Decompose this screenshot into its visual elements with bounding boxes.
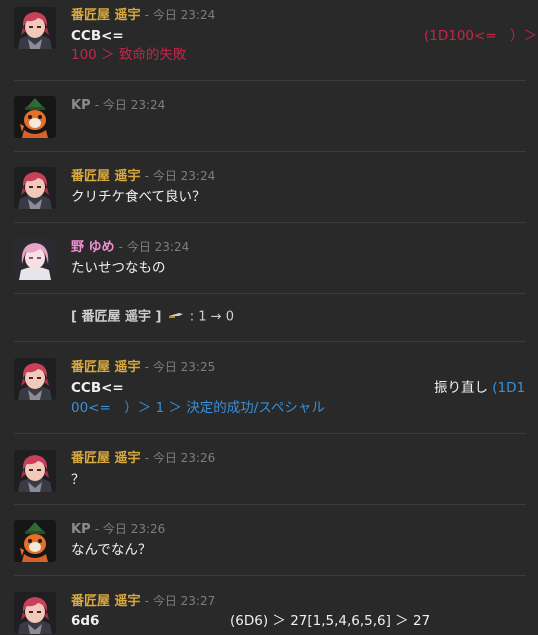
bango-avatar[interactable] [14, 358, 56, 400]
chat-log: 番匠屋 遥宇 - 今日 23:24 CCB<= (1D100<= ）＞ 100 … [0, 0, 538, 635]
timestamp: - 今日 23:27 [144, 594, 216, 608]
knife-icon [168, 308, 184, 326]
timestamp: - 今日 23:24 [144, 169, 216, 183]
message-text: なんでなん？ [71, 542, 152, 558]
dice-result-text: 100 ＞ 致命的失敗 [71, 47, 187, 63]
message-text: CCB<= [71, 28, 124, 44]
bango-avatar[interactable] [14, 592, 56, 634]
speaker-name[interactable]: KP [71, 522, 91, 537]
message: 野 ゆめ - 今日 23:24 たいせつなもの [0, 222, 538, 293]
message: 番匠屋 遥宇 - 今日 23:26 ？ [0, 433, 538, 504]
yume-avatar[interactable] [14, 238, 56, 280]
message-text: たいせつなもの [71, 260, 166, 276]
system-message: [ 番匠屋 遥宇 ] : 1 → 0 [0, 293, 538, 341]
kp-avatar[interactable] [14, 520, 56, 562]
bango-avatar[interactable] [14, 450, 56, 492]
message: KP - 今日 23:24 [0, 80, 538, 151]
timestamp: - 今日 23:25 [144, 360, 216, 374]
system-speaker: [ 番匠屋 遥宇 ] [71, 309, 162, 325]
bango-avatar[interactable] [14, 167, 56, 209]
timestamp: - 今日 23:24 [118, 240, 190, 254]
speaker-name[interactable]: 番匠屋 遥宇 [71, 594, 141, 609]
dice-result-text: 00<= ）＞ 1 ＞ 決定的成功/スペシャル [71, 400, 325, 416]
timestamp: - 今日 23:24 [144, 8, 216, 22]
speaker-name[interactable]: 野 ゆめ [71, 240, 115, 255]
timestamp: - 今日 23:24 [94, 98, 166, 112]
speaker-name[interactable]: 番匠屋 遥宇 [71, 169, 141, 184]
bango-avatar[interactable] [14, 7, 56, 49]
speaker-name[interactable]: 番匠屋 遥宇 [71, 360, 141, 375]
timestamp: - 今日 23:26 [94, 522, 166, 536]
speaker-name[interactable]: KP [71, 98, 91, 113]
message-text: CCB<= [71, 380, 124, 396]
message: 番匠屋 遥宇 - 今日 23:24 クリチケ食べて良い？ [0, 151, 538, 222]
speaker-name[interactable]: 番匠屋 遥宇 [71, 451, 141, 466]
message-text: 6d6 [71, 613, 100, 629]
message-text: ？ [71, 472, 85, 488]
system-value: : 1 → 0 [189, 309, 234, 325]
message: 番匠屋 遥宇 - 今日 23:25 CCB<= 振り直し (1D1 00<= ）… [0, 341, 538, 433]
message: 番匠屋 遥宇 - 今日 23:27 6d6 (6D6) ＞ 27[1,5,4,6… [0, 575, 538, 635]
dice-result-text: (6D6) ＞ 27[1,5,4,6,5,6] ＞ 27 [230, 613, 431, 629]
reroll-label: 振り直し [434, 380, 488, 396]
kp-avatar[interactable] [14, 96, 56, 138]
message: KP - 今日 23:26 なんでなん？ [0, 504, 538, 575]
message-text: クリチケ食べて良い？ [71, 189, 206, 205]
message: 番匠屋 遥宇 - 今日 23:24 CCB<= (1D100<= ）＞ 100 … [0, 0, 538, 80]
speaker-name[interactable]: 番匠屋 遥宇 [71, 8, 141, 23]
dice-result-text: (1D1 [492, 380, 526, 396]
dice-result-text: (1D100<= ）＞ [424, 28, 538, 44]
timestamp: - 今日 23:26 [144, 451, 216, 465]
